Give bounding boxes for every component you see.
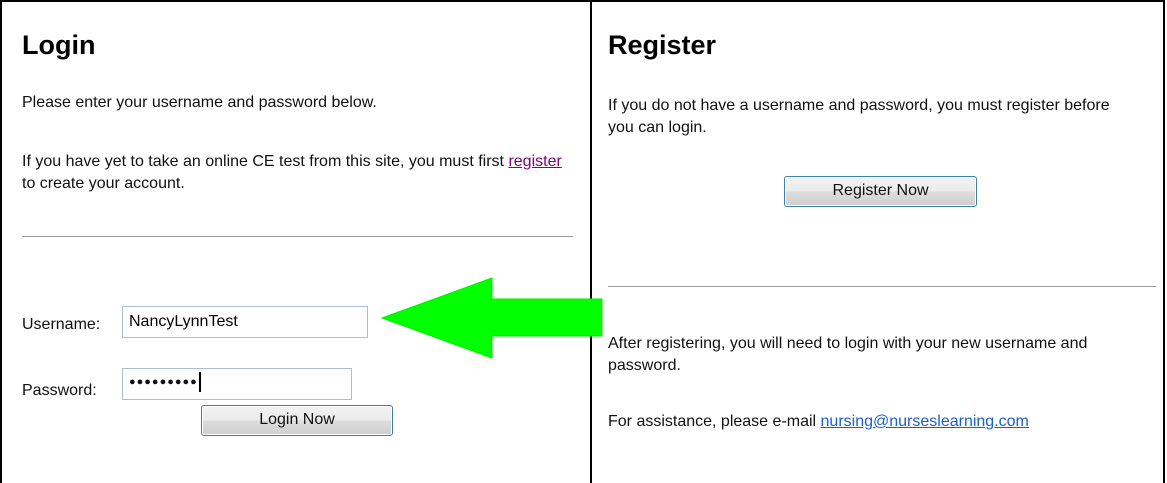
assistance-before: For assistance, please e-mail	[608, 413, 821, 430]
text-caret	[198, 372, 201, 392]
register-title: Register	[608, 30, 717, 60]
password-label: Password:	[22, 382, 97, 399]
assistance-email-link[interactable]: nursing@nurseslearning.com	[821, 413, 1029, 430]
login-intro: Please enter your username and password …	[22, 94, 377, 111]
register-after-text: After registering, you will need to logi…	[608, 335, 1088, 374]
register-intro: If you do not have a username and passwo…	[608, 97, 1110, 136]
login-separator	[22, 236, 573, 237]
login-note-after: to create your account.	[22, 175, 185, 192]
username-input[interactable]	[122, 306, 368, 338]
login-note: If you have yet to take an online CE tes…	[22, 151, 567, 195]
login-note-before: If you have yet to take an online CE tes…	[22, 153, 509, 170]
login-title: Login	[22, 30, 96, 60]
password-mask: ●●●●●●●●●	[129, 376, 198, 388]
register-separator	[608, 286, 1156, 287]
assistance-text: For assistance, please e-mail nursing@nu…	[608, 411, 1158, 433]
login-button[interactable]: Login Now	[201, 405, 393, 436]
column-divider	[590, 0, 592, 483]
username-label: Username:	[22, 316, 101, 333]
register-button[interactable]: Register Now	[784, 176, 977, 207]
password-input[interactable]: ●●●●●●●●●	[122, 368, 352, 400]
green-arrow-icon	[380, 277, 603, 359]
register-link[interactable]: register	[508, 153, 561, 170]
